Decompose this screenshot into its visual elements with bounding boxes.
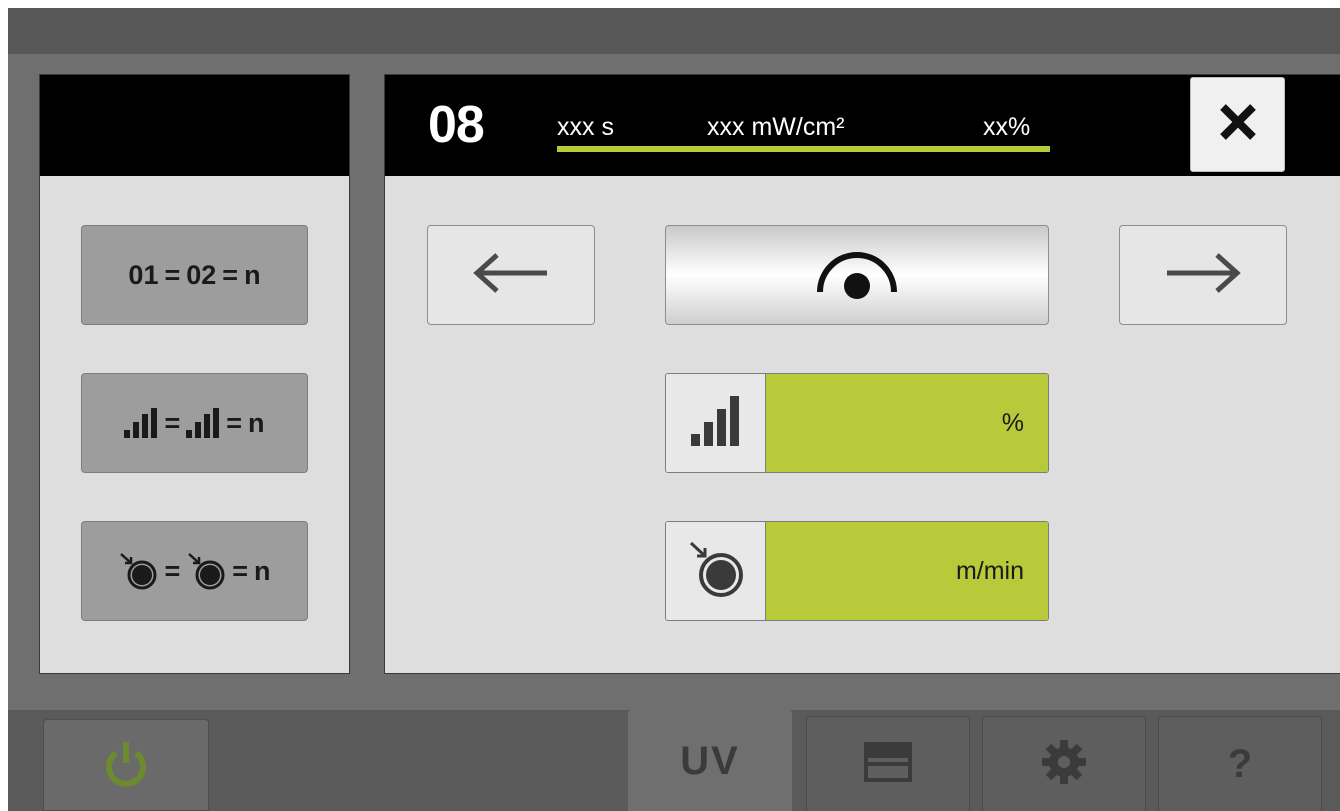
roller-speed-icon: [687, 540, 745, 603]
previous-button[interactable]: [427, 225, 595, 325]
signal-bars-icon: [124, 408, 158, 438]
intensity-icon-cell: [666, 374, 766, 472]
top-bar: [8, 8, 1340, 54]
arrow-right-icon: [1163, 252, 1243, 298]
close-button[interactable]: [1190, 77, 1285, 172]
left-panel: 01 = 02 = n = = n = = n: [39, 74, 350, 674]
equals-sign: =: [164, 555, 181, 586]
power-button[interactable]: [43, 719, 209, 811]
left-panel-header: [40, 75, 349, 176]
list-icon: [864, 741, 912, 787]
speed-input[interactable]: m/min: [766, 522, 1048, 620]
n-label: n: [244, 259, 261, 290]
speed-icon-cell: [666, 522, 766, 620]
signal-bars-icon: [690, 395, 741, 451]
channel-header: 08 xxx s xxx mW/cm² xx%: [385, 75, 1340, 176]
roller-speed-icon: [118, 552, 158, 590]
status-underline: [557, 146, 1050, 152]
n-label: n: [254, 555, 271, 586]
equals-sign: =: [226, 407, 243, 438]
percent-readout: xx%: [983, 113, 1031, 141]
power-icon: [104, 739, 148, 792]
intensity-input[interactable]: %: [766, 374, 1048, 472]
equals-sign: =: [232, 555, 249, 586]
equals-sign: =: [222, 259, 239, 290]
irradiance-readout: xxx mW/cm²: [707, 113, 845, 141]
arrow-left-icon: [471, 252, 551, 298]
signal-bars-icon: [186, 408, 220, 438]
main-panel: 08 xxx s xxx mW/cm² xx% % m/min: [384, 74, 1340, 674]
help-icon: ?: [1227, 741, 1253, 786]
intensity-field-row: %: [665, 373, 1049, 473]
next-button[interactable]: [1119, 225, 1287, 325]
intensity-unit: %: [1001, 408, 1024, 437]
intensity-equal-button[interactable]: = = n: [81, 373, 308, 473]
speed-unit: m/min: [955, 556, 1024, 585]
bottom-tab-bar: UV ?: [8, 710, 1340, 811]
speed-equal-button[interactable]: = = n: [81, 521, 308, 621]
roller-speed-icon: [186, 552, 226, 590]
gear-icon: [1040, 738, 1088, 791]
tab-help[interactable]: ?: [1158, 716, 1322, 811]
tab-uv[interactable]: UV: [628, 710, 792, 811]
channel-number: 08: [428, 96, 485, 154]
tab-settings[interactable]: [982, 716, 1146, 811]
uv-lamp-icon: [812, 246, 902, 305]
app-frame: 01 = 02 = n = = n = = n 08 xxx s xxx mW/…: [8, 8, 1340, 811]
equals-sign: =: [164, 259, 181, 290]
n-label: n: [248, 407, 265, 438]
channel-label-2: 02: [186, 259, 217, 290]
tab-uv-label: UV: [680, 738, 740, 783]
close-icon: [1218, 102, 1258, 147]
speed-field-row: m/min: [665, 521, 1049, 621]
equals-sign: =: [164, 407, 181, 438]
uv-lamp-button[interactable]: [665, 225, 1049, 325]
tab-list[interactable]: [806, 716, 970, 811]
channel-label-1: 01: [128, 259, 159, 290]
channel-equal-button[interactable]: 01 = 02 = n: [81, 225, 308, 325]
time-readout: xxx s: [557, 113, 614, 141]
